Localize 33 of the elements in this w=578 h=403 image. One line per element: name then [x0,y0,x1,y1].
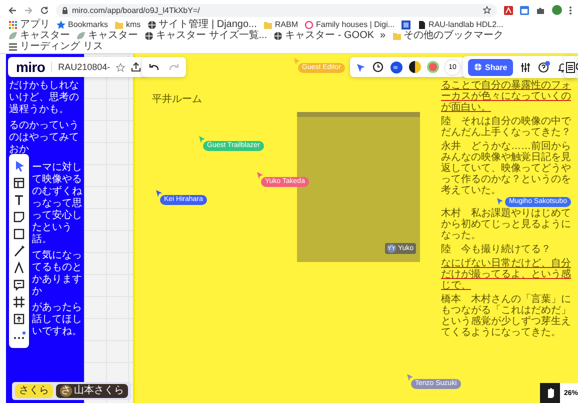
bookmark-label[interactable]: リーディング リス [20,41,103,52]
note-text: なにげない日常だけど、自分だけが撮ってるよ、という感じで、 [441,258,572,291]
board-name[interactable]: RAU210804- [51,62,110,72]
note-text: 橋本 木村さんの「言葉」にもつながる「これはだめだ」という感覚が少しずつ芽生えてくるようになってきた。 [441,294,572,338]
bookmark-label[interactable]: キャスター - GOOK [285,30,374,41]
note-text: ることで自分の暴露性のフォーカスが色々になっていくのが面白い。 [441,80,572,113]
user-chip: さくら [15,384,53,398]
note-text: るのかっていうのはやってみておか [9,120,80,156]
note-text: があったら話してほしいですね。 [32,302,83,338]
bookmark-label[interactable]: RAU-landlab HDL2... [428,19,504,30]
bookmark-label[interactable]: サイト管理 | Django... [158,19,257,30]
bookmark-label[interactable]: アプリ [20,19,50,30]
note-text: ーマに対して映像やるのむずくねっなって思って安心したという話。 [32,162,83,246]
more-bookmarks-button[interactable]: » [380,30,386,41]
bookmark-label[interactable]: Bookmarks [68,19,108,30]
bookmark-label[interactable]: キャスター [88,30,138,41]
bookmark-label[interactable]: キャスター サイズ一覧... [156,30,268,41]
note-text: 陸 今も撮り続けてる？ [441,244,552,255]
bookmark-label[interactable]: RABM [274,19,298,30]
note-text: だけかもしれないけど、思考の過程うかも。 [9,80,80,116]
note-text: 木村 私お課題やりはじめてから初めてじっと見るようになった。 [441,208,572,241]
bookmark-label[interactable]: キャスター [20,30,70,41]
note-text: 永井 どうかな……前回からみんなの映像や触覚日記を見返していて、映像ってどうやって作るのかな？というのを考えていた。 [441,141,572,196]
bookmark-label[interactable]: Family houses | Digi... [316,19,395,30]
note-text: て気になってるものとかありますか [32,250,83,298]
bookmark-label[interactable]: kms [126,19,141,30]
note-text: 陸 それは自分の映像の中でだんだん上手くなってきた？ [441,116,572,138]
share-button[interactable]: Share [468,58,514,76]
note-text: 平井ルーム [152,94,203,106]
bookmark-label[interactable]: その他のブックマーク [404,30,504,41]
logo: miro [16,59,46,75]
user-chip: さ 山本さくら [56,384,128,398]
address-field[interactable]: miro.com/app/board/o9J_l4TkXbY=/ [56,4,497,16]
